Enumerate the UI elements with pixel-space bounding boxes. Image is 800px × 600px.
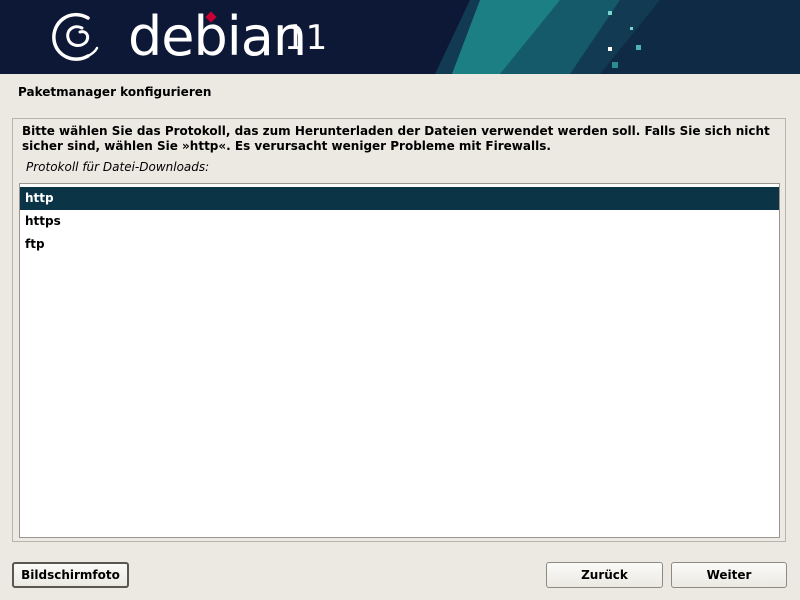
option-ftp[interactable]: ftp (20, 233, 779, 256)
next-button[interactable]: Weiter (671, 562, 787, 588)
screenshot-button[interactable]: Bildschirmfoto (12, 562, 129, 588)
option-http[interactable]: http (20, 187, 779, 210)
instruction-text: Bitte wählen Sie das Protokoll, das zum … (22, 124, 770, 153)
option-https[interactable]: https (20, 210, 779, 233)
banner-decoration (435, 0, 800, 74)
debian-banner: debian 11 (0, 0, 800, 74)
debian-swirl-icon (52, 12, 99, 61)
debian-logo-text: debian (128, 5, 307, 68)
back-button[interactable]: Zurück (546, 562, 663, 588)
protocol-list[interactable]: http https ftp (19, 183, 780, 538)
debian-version: 11 (284, 18, 328, 58)
list-caption: Protokoll für Datei-Downloads: (26, 160, 210, 174)
page-title: Paketmanager konfigurieren (18, 85, 212, 99)
